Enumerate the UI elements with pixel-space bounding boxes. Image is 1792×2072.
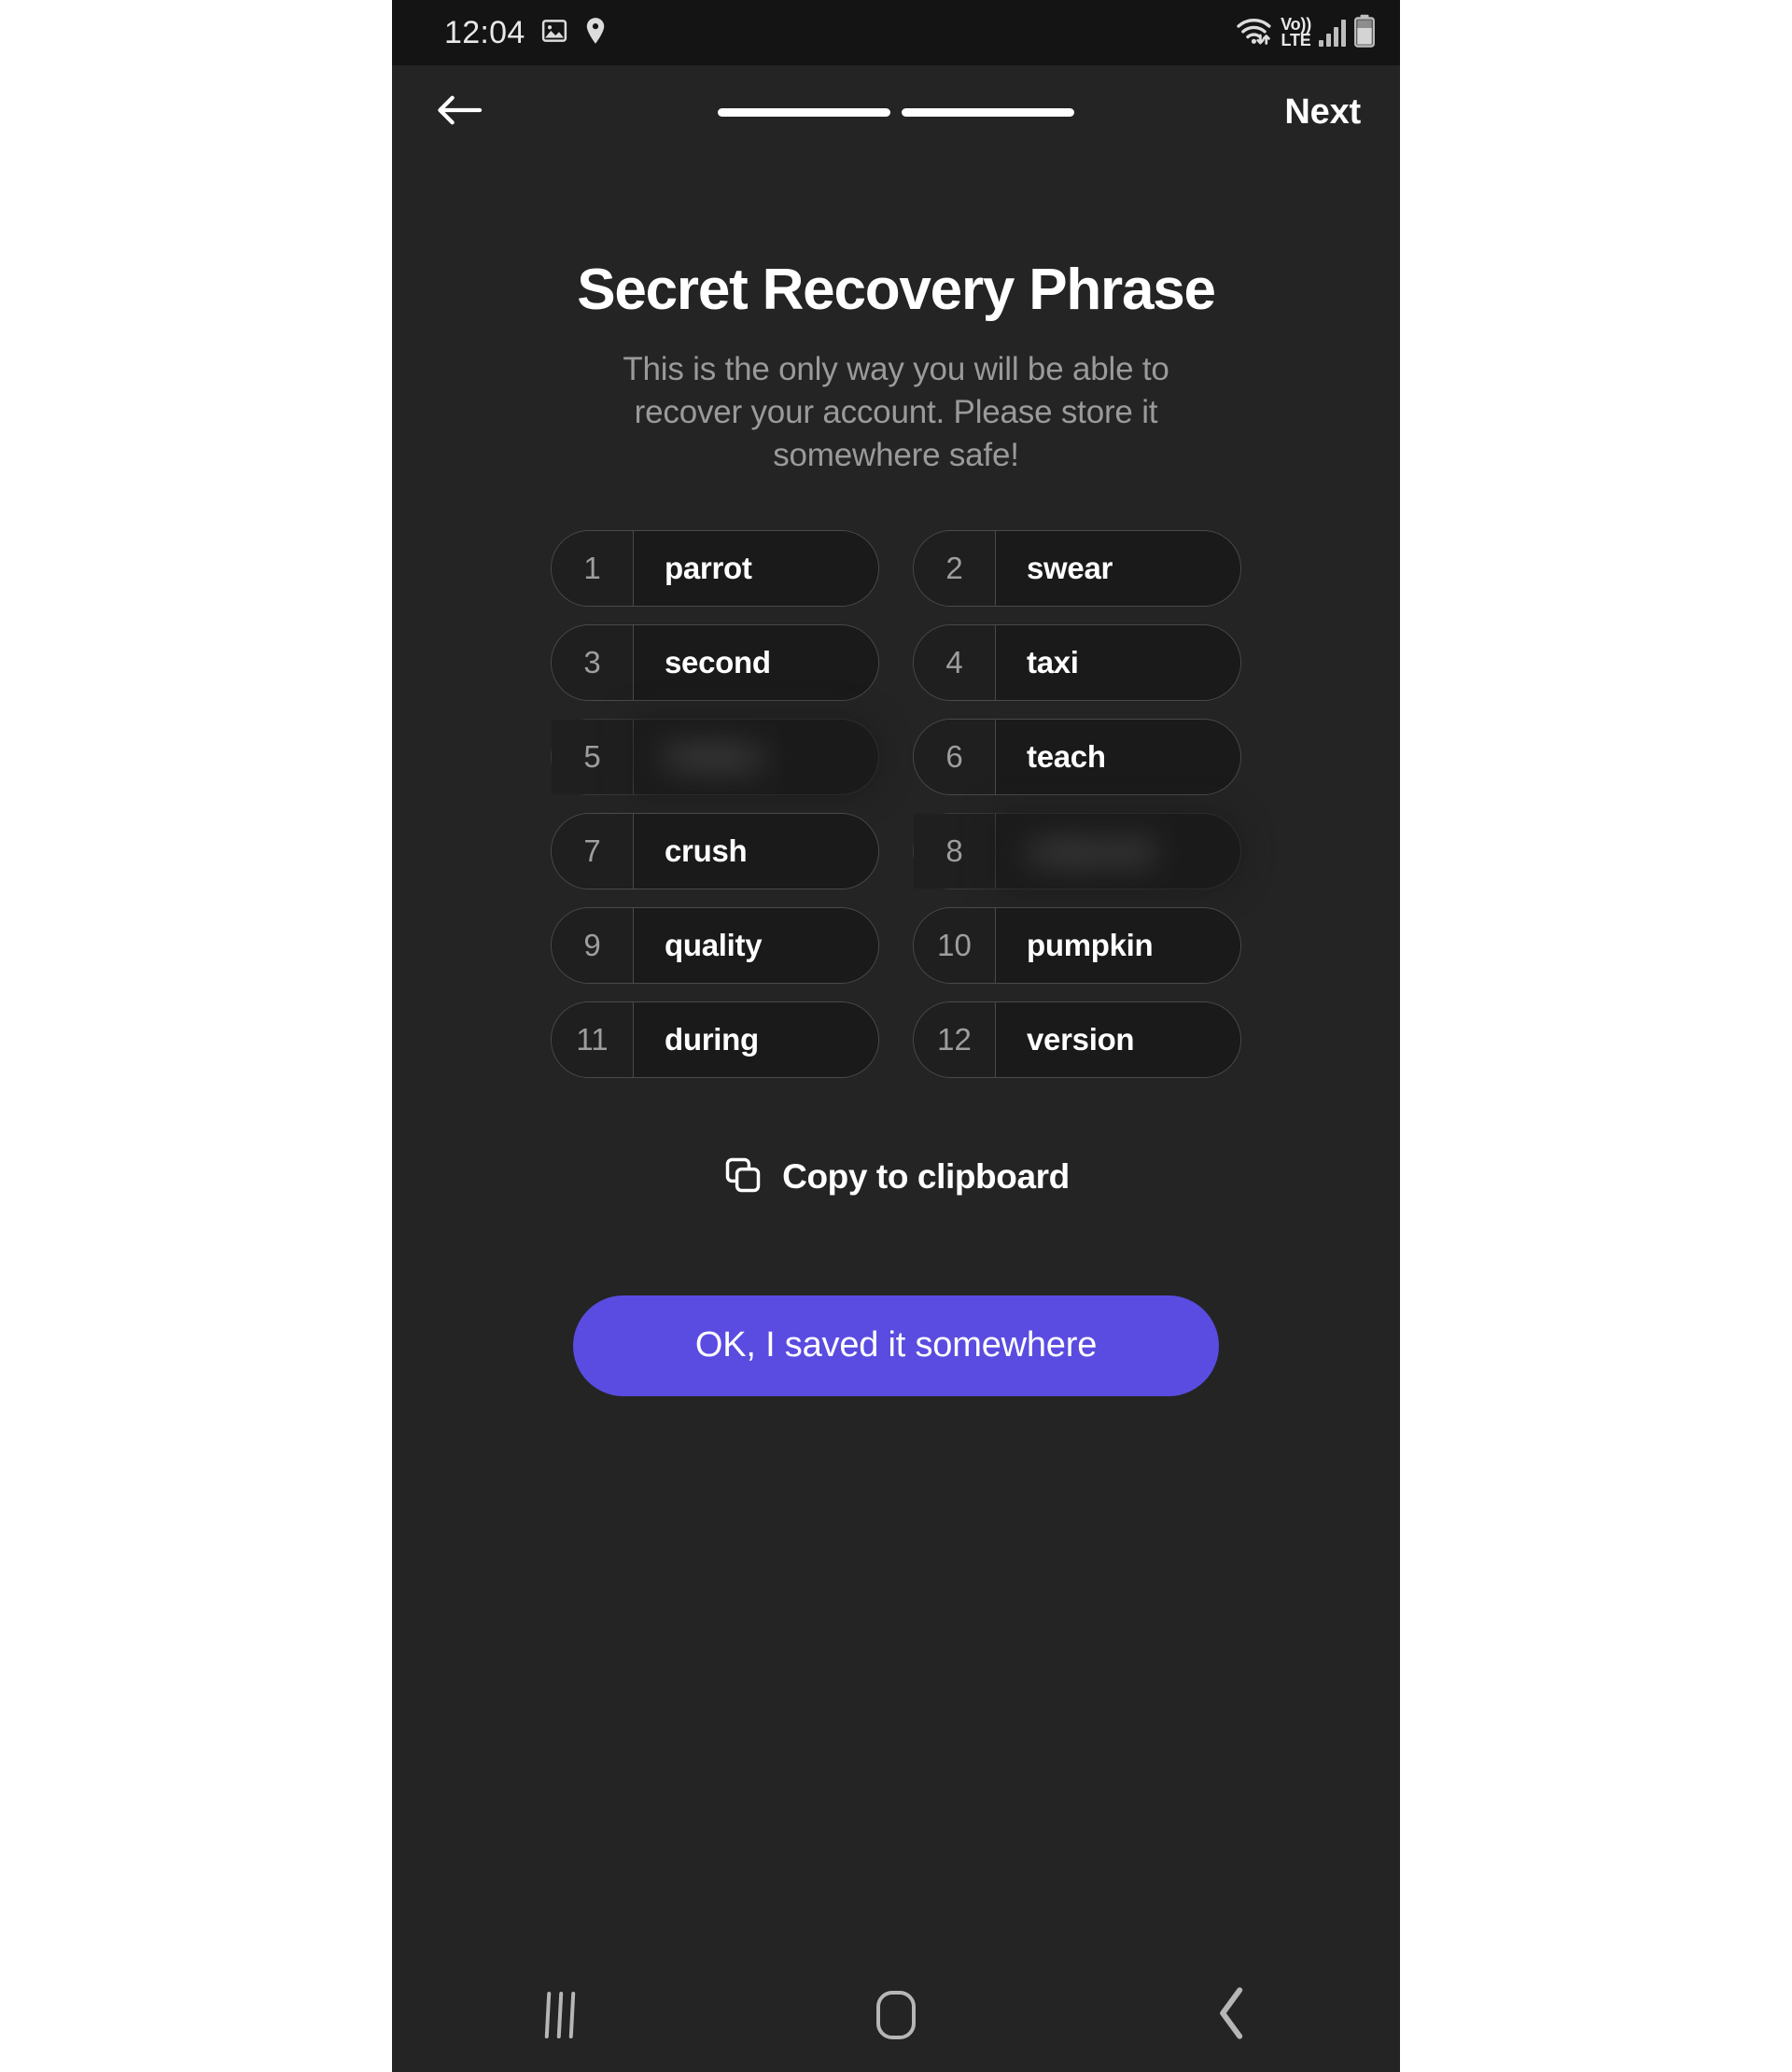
android-navigation-bar: [392, 1958, 1400, 2072]
volte-icon: Vo)) LTE: [1281, 17, 1311, 49]
location-pin-icon: [583, 17, 608, 49]
page-subtitle: This is the only way you will be able to…: [623, 351, 1169, 474]
word-pill-7[interactable]: 7 crush: [551, 812, 879, 889]
word-index: 4: [914, 624, 996, 700]
word-index: 9: [552, 907, 634, 983]
word-pill-11[interactable]: 11 during: [551, 1001, 879, 1078]
word-pill-4[interactable]: 4 taxi: [913, 623, 1241, 701]
signal-bars-icon: [1319, 19, 1346, 47]
word-value: swear: [996, 530, 1240, 606]
word-pill-10[interactable]: 10 pumpkin: [913, 906, 1241, 984]
word-pill-5[interactable]: 5 hidden: [551, 718, 879, 795]
word-index: 7: [552, 813, 634, 889]
page-root: 12:04 Vo)) LTE Next Secret Recovery Phra…: [0, 0, 1792, 2072]
arrow-left-icon: [436, 93, 483, 132]
word-index: 5: [552, 719, 634, 794]
word-index: 3: [552, 624, 634, 700]
word-value: teach: [996, 719, 1240, 794]
word-index: 11: [552, 1001, 634, 1077]
system-back-button[interactable]: [1176, 1978, 1288, 2052]
recovery-phrase-grid: 1 parrot 2 swear 3 second 4 taxi 5 hidde…: [551, 529, 1241, 1078]
status-bar: 12:04 Vo)) LTE: [392, 0, 1400, 65]
word-index: 8: [914, 813, 996, 889]
wifi-icon: [1236, 15, 1273, 51]
word-value-redacted: redacted: [996, 813, 1240, 889]
back-chevron-icon: [1216, 1986, 1248, 2044]
word-pill-12[interactable]: 12 version: [913, 1001, 1241, 1078]
word-value: parrot: [634, 530, 878, 606]
word-value: second: [634, 624, 878, 700]
word-index: 2: [914, 530, 996, 606]
word-value: crush: [634, 813, 878, 889]
word-pill-1[interactable]: 1 parrot: [551, 529, 879, 607]
status-clock: 12:04: [444, 15, 525, 50]
word-value: pumpkin: [996, 907, 1240, 983]
word-pill-2[interactable]: 2 swear: [913, 529, 1241, 607]
back-button[interactable]: [431, 84, 487, 140]
word-index: 1: [552, 530, 634, 606]
copy-to-clipboard-button[interactable]: Copy to clipboard: [709, 1147, 1083, 1208]
word-pill-3[interactable]: 3 second: [551, 623, 879, 701]
copy-to-clipboard-label: Copy to clipboard: [782, 1157, 1070, 1197]
word-pill-9[interactable]: 9 quality: [551, 906, 879, 984]
home-button[interactable]: [840, 1978, 952, 2052]
battery-icon: [1353, 14, 1376, 52]
status-bar-left: 12:04: [444, 17, 608, 49]
saved-confirm-button[interactable]: OK, I saved it somewhere: [573, 1295, 1219, 1396]
progress-segment-2: [902, 107, 1074, 117]
phone-screen: 12:04 Vo)) LTE Next Secret Recovery Phra…: [392, 0, 1400, 2072]
word-value: during: [634, 1001, 878, 1077]
word-index: 10: [914, 907, 996, 983]
page-title: Secret Recovery Phrase: [577, 258, 1216, 322]
word-index: 12: [914, 1001, 996, 1077]
word-pill-6[interactable]: 6 teach: [913, 718, 1241, 795]
word-index: 6: [914, 719, 996, 794]
progress-segment-1: [718, 107, 890, 117]
home-icon: [876, 1991, 916, 2039]
copy-icon: [722, 1155, 763, 1200]
word-value: quality: [634, 907, 878, 983]
word-value-redacted: hidden: [634, 719, 878, 794]
word-value: version: [996, 1001, 1240, 1077]
recents-icon: [544, 1992, 576, 2038]
recents-button[interactable]: [504, 1978, 616, 2052]
top-nav-bar: Next: [392, 65, 1400, 159]
volte-bottom-label: LTE: [1281, 31, 1311, 49]
next-button[interactable]: Next: [1281, 87, 1365, 138]
image-icon: [540, 17, 568, 49]
progress-indicator: [718, 107, 1074, 117]
word-value: taxi: [996, 624, 1240, 700]
status-bar-right: Vo)) LTE: [1236, 14, 1376, 52]
word-pill-8[interactable]: 8 redacted: [913, 812, 1241, 889]
